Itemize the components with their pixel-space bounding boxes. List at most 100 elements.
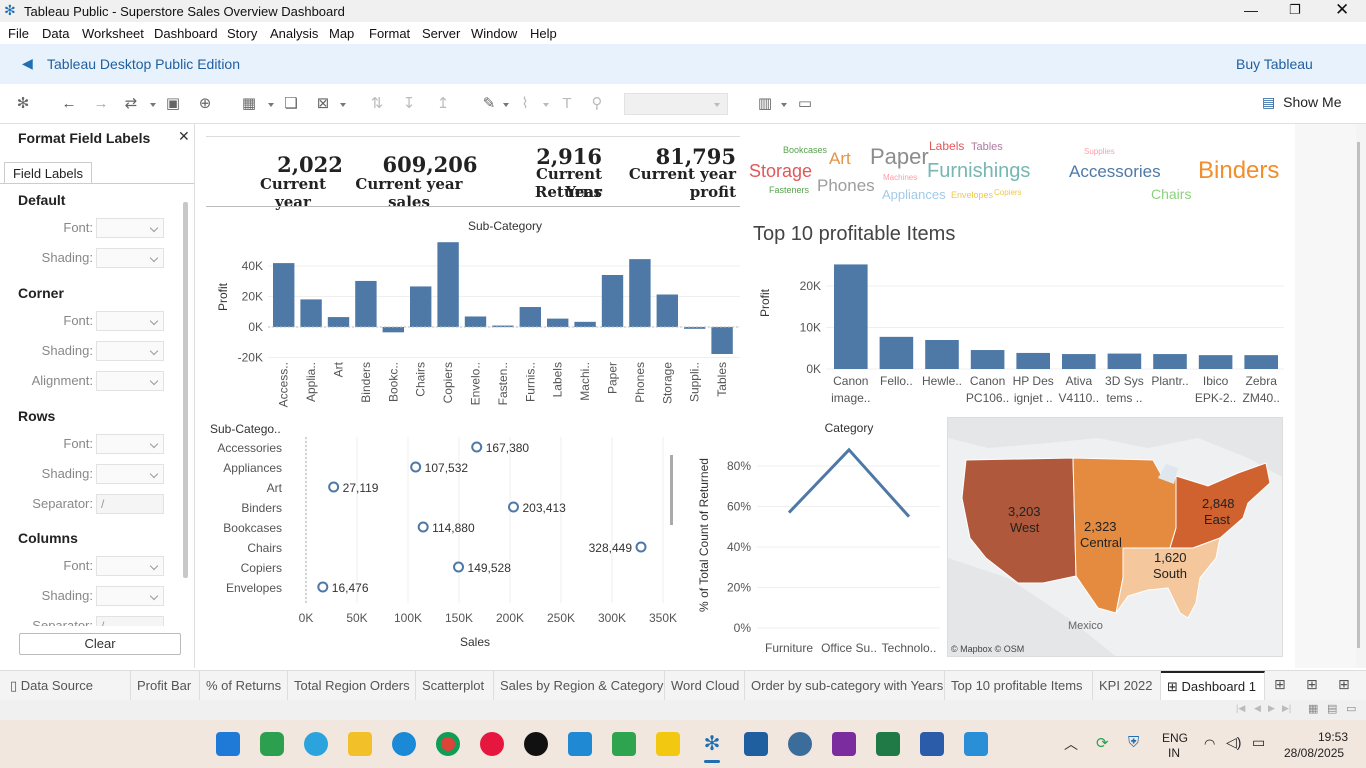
subcat-bar[interactable]	[437, 242, 459, 327]
top10-ytick: 10K	[800, 321, 821, 335]
scatter-point[interactable]	[507, 501, 519, 513]
security-icon[interactable]: ⛨	[1128, 734, 1139, 751]
chrome-icon[interactable]	[436, 732, 460, 756]
tab-word-cloud[interactable]: Word Cloud	[665, 671, 745, 701]
subcat-bar[interactable]	[601, 274, 624, 327]
top10-bar[interactable]	[1153, 354, 1187, 369]
new-story-icon[interactable]: ⊞	[1338, 676, 1350, 693]
edge-icon[interactable]	[392, 732, 416, 756]
notepad-icon[interactable]	[964, 732, 988, 756]
top10-xtick-line1: Ibico	[1203, 374, 1229, 388]
tab-order-by-subcategory[interactable]: Order by sub-category with Years	[745, 671, 945, 701]
lang-eng[interactable]: ENG	[1162, 731, 1188, 745]
tab-top10[interactable]: Top 10 profitable Items	[945, 671, 1093, 701]
top10-bar[interactable]	[1244, 355, 1278, 369]
top10-bar[interactable]	[925, 339, 959, 369]
nav-next-icon[interactable]: ▶	[1268, 703, 1275, 714]
windows-start-icon[interactable]	[216, 732, 240, 756]
dashboard-icon: ⊞	[1167, 679, 1182, 694]
scatter-point[interactable]	[471, 441, 483, 453]
subcat-xtick: Envelo..	[469, 362, 483, 405]
top10-bar[interactable]	[1107, 353, 1142, 369]
tray-chevron-icon[interactable]: ︿	[1064, 734, 1078, 754]
tab-kpi-2022[interactable]: KPI 2022	[1093, 671, 1161, 701]
tab-label: Dashboard 1	[1181, 679, 1256, 694]
top10-bar[interactable]	[879, 336, 914, 369]
tab-returns[interactable]: % of Returns	[200, 671, 288, 701]
excel-icon[interactable]	[876, 732, 900, 756]
nav-prev-icon[interactable]: ◀	[1254, 703, 1261, 714]
media-player-icon[interactable]	[480, 732, 504, 756]
subcat-bar[interactable]	[327, 317, 350, 327]
grid-view-icon[interactable]: ▦	[1308, 702, 1318, 715]
scatter-value-label: 167,380	[486, 441, 530, 455]
scatter-point[interactable]	[317, 581, 329, 593]
top10-bar[interactable]	[970, 350, 1005, 369]
nav-first-icon[interactable]: |◀	[1236, 703, 1245, 714]
tab-total-region-orders[interactable]: Total Region Orders	[288, 671, 416, 701]
battery-icon[interactable]: ▭	[1252, 734, 1265, 751]
word-icon[interactable]	[920, 732, 944, 756]
top10-bar[interactable]	[1016, 352, 1050, 369]
new-dashboard-icon[interactable]: ⊞	[1306, 676, 1318, 693]
subcat-bar[interactable]	[656, 294, 678, 327]
subcat-bar[interactable]	[410, 286, 432, 327]
widgets-icon[interactable]	[260, 732, 284, 756]
scatter-point[interactable]	[453, 561, 465, 573]
tabs-view-icon[interactable]: ▭	[1346, 702, 1356, 715]
telegram-icon[interactable]	[304, 732, 328, 756]
tab-dashboard-1[interactable]: ⊞ Dashboard 1	[1161, 671, 1265, 701]
scatter-xtick: 0K	[299, 611, 314, 625]
powerbi-icon[interactable]	[656, 732, 680, 756]
top10-bar[interactable]	[1062, 354, 1096, 369]
tab-data-source[interactable]: ▯ Data Source	[4, 671, 131, 701]
returns-xtick: Technolo..	[882, 641, 937, 655]
us-map[interactable]: 3,203 West 2,323 Central 2,848 East 1,62…	[947, 417, 1283, 657]
vscode-icon[interactable]	[568, 732, 592, 756]
subcat-bar[interactable]	[300, 299, 322, 327]
onenote-icon[interactable]	[832, 732, 856, 756]
meet-icon[interactable]	[612, 732, 636, 756]
scatter-category-label: Envelopes	[226, 581, 282, 595]
subcat-bar[interactable]	[355, 280, 377, 327]
wifi-icon[interactable]: ◠	[1204, 736, 1215, 752]
tab-profit-bar[interactable]: Profit Bar	[131, 671, 200, 701]
tab-scatterplot[interactable]: Scatterplot	[416, 671, 494, 701]
scatter-value-label: 16,476	[332, 581, 369, 595]
new-worksheet-icon[interactable]: ⊞	[1274, 676, 1286, 693]
chatgpt-icon[interactable]	[524, 732, 548, 756]
nav-last-icon[interactable]: ▶|	[1282, 703, 1291, 714]
filmstrip-view-icon[interactable]: ▤	[1327, 702, 1337, 715]
subcat-xtick: Copiers	[441, 362, 455, 403]
subcat-bar[interactable]	[382, 327, 404, 333]
tab-sales-by-region[interactable]: Sales by Region & Category	[494, 671, 665, 701]
top10-ylabel: Profit	[758, 288, 772, 317]
clock-time[interactable]: 19:53	[1318, 730, 1348, 744]
lang-in[interactable]: IN	[1168, 746, 1180, 760]
scatter-scrollbar[interactable]	[670, 455, 673, 525]
tableau-taskbar-icon[interactable]: ✻	[700, 732, 724, 756]
scatter-point[interactable]	[635, 541, 647, 553]
subcat-bar[interactable]	[684, 327, 706, 329]
subcat-xtick: Phones	[633, 362, 647, 403]
file-explorer-icon[interactable]	[348, 732, 372, 756]
scatter-point[interactable]	[417, 521, 429, 533]
subcat-bar[interactable]	[711, 327, 733, 354]
top10-bar[interactable]	[1198, 355, 1233, 369]
clock-date[interactable]: 28/08/2025	[1284, 746, 1344, 760]
postgres-icon[interactable]	[788, 732, 812, 756]
scatter-point[interactable]	[328, 481, 340, 493]
top10-xtick-line1: Zebra	[1246, 374, 1278, 388]
app-icon[interactable]	[744, 732, 768, 756]
sync-icon[interactable]: ⟳	[1096, 734, 1109, 752]
top10-bar[interactable]	[834, 264, 868, 369]
subcat-bar[interactable]	[492, 325, 514, 328]
subcat-bar[interactable]	[273, 263, 295, 327]
subcat-bar[interactable]	[464, 316, 487, 327]
subcat-bar[interactable]	[629, 259, 651, 327]
subcat-bar[interactable]	[519, 307, 541, 327]
subcat-bar[interactable]	[547, 318, 569, 327]
volume-icon[interactable]: ◁)	[1226, 734, 1241, 751]
scatter-point[interactable]	[410, 461, 422, 473]
subcat-bar[interactable]	[574, 321, 596, 327]
